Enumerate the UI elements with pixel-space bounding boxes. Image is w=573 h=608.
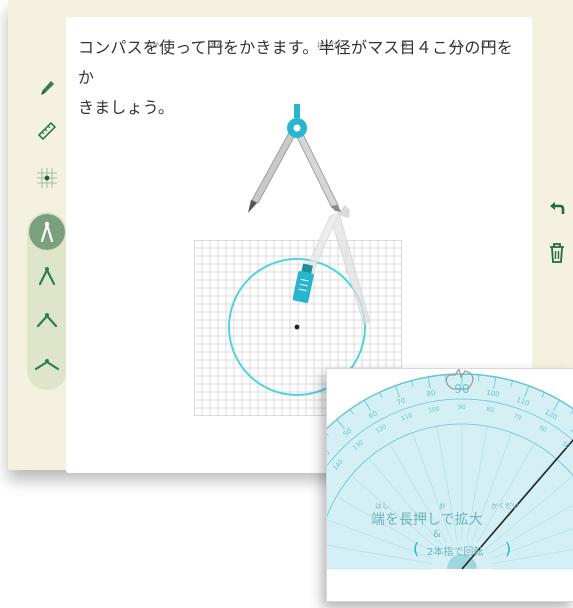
protractor-inner-label: 90 [458, 404, 466, 411]
tool-compass-narrow[interactable] [24, 212, 70, 252]
compass-widest-icon [34, 359, 60, 371]
tool-ruler[interactable] [24, 110, 70, 150]
tool-pen[interactable] [24, 68, 70, 108]
tool-compass-medium[interactable] [24, 256, 70, 296]
undo-button[interactable] [544, 195, 570, 221]
hint-line2: 2本指で回転 [427, 547, 484, 558]
pen-icon [41, 81, 54, 95]
protractor-preview[interactable]: 0102030405060708090100110120130140150160… [326, 368, 573, 602]
protractor-tick [444, 374, 446, 381]
rotate-left-icon: ( [413, 539, 420, 558]
protractor-svg: 0102030405060708090100110120130140150160… [327, 369, 573, 570]
compass-narrow-icon [40, 221, 54, 243]
ruler-icon [37, 121, 57, 141]
protractor-body [327, 373, 573, 570]
protractor-inner-label: 80 [486, 406, 495, 414]
hint-amp: & [433, 529, 441, 540]
rotate-right-icon: ) [505, 539, 512, 558]
protractor-outer-label: 80 [426, 389, 436, 398]
grid-point-icon [37, 168, 57, 188]
trash-icon [550, 243, 564, 263]
instruction-line2: きましょう。 [78, 98, 175, 117]
tool-compass-wide[interactable] [24, 300, 70, 340]
left-toolbar [24, 60, 70, 400]
hint-ruby-kakudai: かくだい [491, 502, 519, 510]
protractor-tick [478, 374, 480, 381]
hint-line1: 端を長押しで拡大 [371, 512, 483, 528]
trash-button[interactable] [544, 240, 570, 266]
compass-wide-icon [36, 313, 58, 328]
instruction-text: コンパスを使って円をかきます。半径がマス目４こ分の円をか きましょう。 [78, 33, 524, 123]
undo-icon [550, 202, 565, 214]
tool-grid-point[interactable] [24, 158, 70, 198]
instruction-line1: コンパスを使って円をかきます。半径がマス目４こ分の円をか [78, 38, 514, 87]
compass-medium-icon [38, 267, 56, 286]
tool-compass-widest[interactable] [24, 344, 70, 384]
